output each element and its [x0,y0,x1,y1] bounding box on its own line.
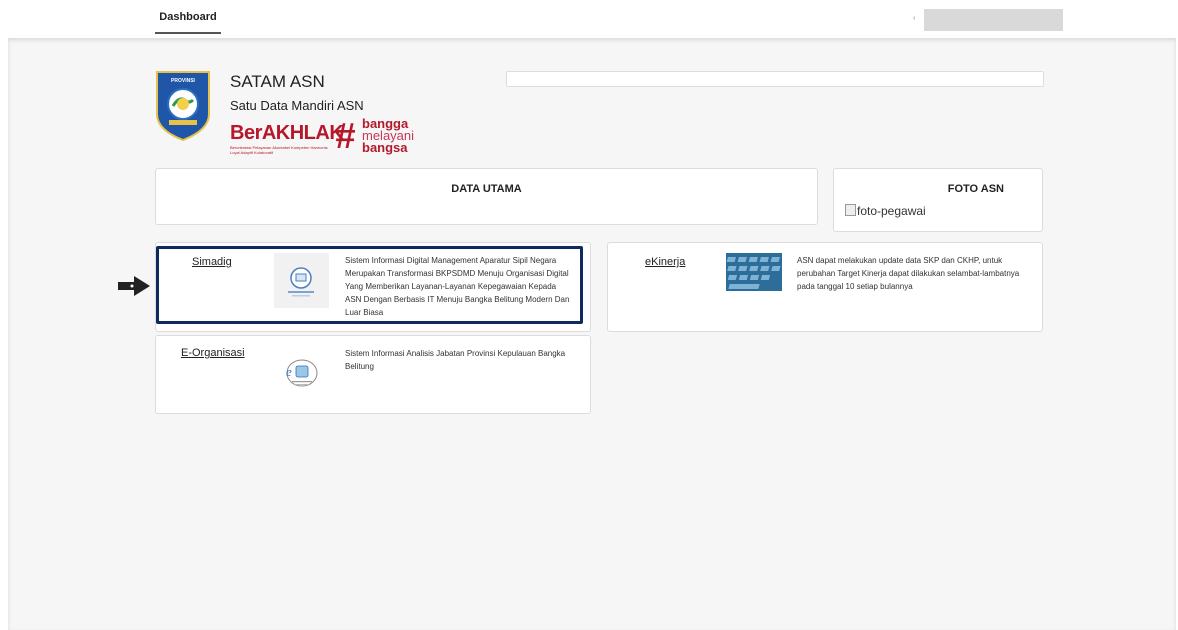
app-subtitle: Satu Data Mandiri ASN [230,98,364,113]
berakhlak-logo: BerAKHLAK [230,122,344,144]
e-organisasi-link[interactable]: E-Organisasi [181,347,245,359]
bangga-line-3: bangsa [362,140,408,155]
foto-pegawai-image: foto-pegawai [845,204,926,218]
simadig-badge-icon [288,267,314,297]
e-organisasi-logo-icon: e [286,359,318,387]
logo-text: PROVINSI [171,78,196,84]
foto-pegawai-alt: foto-pegawai [857,204,926,218]
tab-dashboard[interactable]: Dashboard [155,6,221,34]
chevron-left-icon[interactable]: ‹ [913,15,915,22]
simadig-description: Sistem Informasi Digital Management Apar… [345,256,570,317]
user-menu-placeholder[interactable] [924,9,1063,31]
data-utama-card: DATA UTAMA [155,168,818,225]
ekinerja-description: ASN dapat melakukan update data SKP dan … [797,256,1020,291]
foto-asn-card: FOTO ASN [833,168,1043,232]
e-organisasi-description: Sistem Informasi Analisis Jabatan Provin… [345,349,566,371]
hashtag-icon: # [335,115,356,156]
simadig-logo [274,253,329,308]
broken-image-icon [845,204,856,216]
header-bar-field [506,71,1044,87]
top-bar: Dashboard ‹ [0,0,1178,38]
svg-text:e: e [286,364,292,379]
foto-asn-title: FOTO ASN [947,183,1004,195]
ekinerja-link[interactable]: eKinerja [645,256,685,268]
keyboard-image [726,253,782,291]
province-logo-icon: PROVINSI [156,71,210,142]
bangga-melayani-bangsa-logo: bangga melayani bangsa [362,117,414,155]
berakhlak-tagline: Berorientasi Pelayanan Akuntabel Kompete… [230,145,328,155]
arrow-right-icon [118,276,150,296]
data-utama-title: DATA UTAMA [451,183,522,195]
app-title: SATAM ASN [230,72,325,91]
simadig-link[interactable]: Simadig [192,256,232,268]
